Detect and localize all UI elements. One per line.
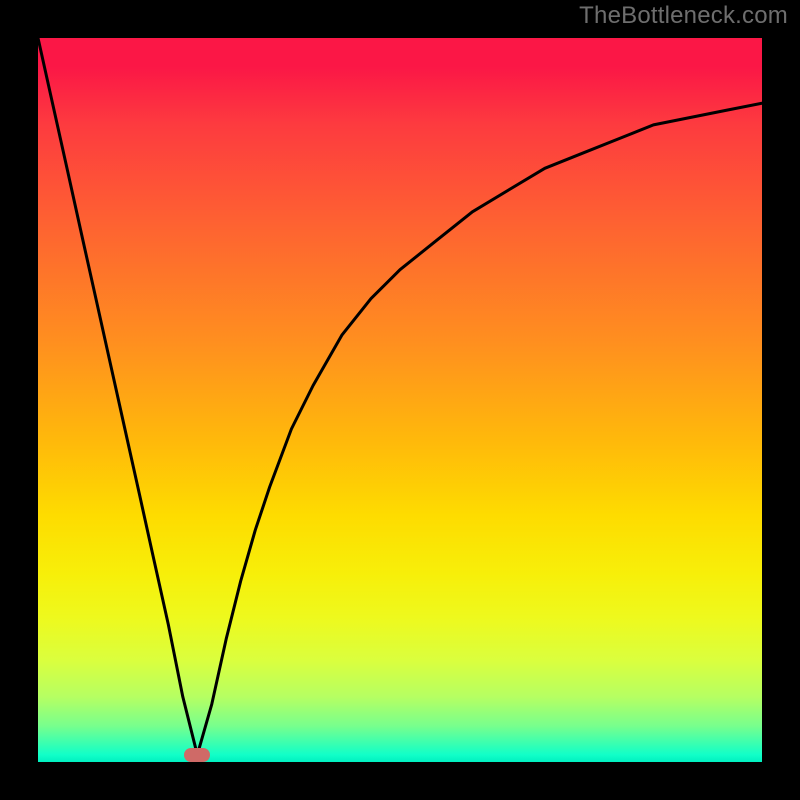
curve-svg	[38, 38, 762, 762]
attribution-text: TheBottleneck.com	[579, 2, 788, 30]
optimal-point-marker	[184, 748, 210, 762]
bottleneck-curve-right	[197, 103, 762, 755]
bottleneck-curve-left	[38, 38, 197, 755]
chart-frame: TheBottleneck.com	[0, 0, 800, 800]
plot-area	[38, 38, 762, 762]
